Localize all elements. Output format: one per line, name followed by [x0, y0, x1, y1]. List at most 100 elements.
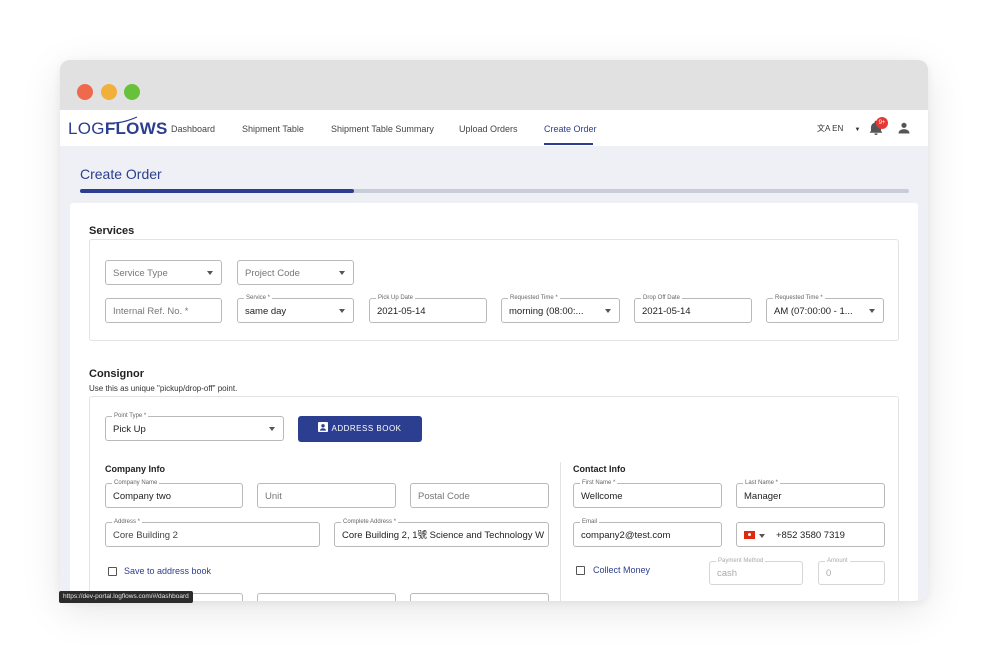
- language-selector[interactable]: 文A EN ▼: [817, 123, 860, 134]
- chevron-down-icon: ▼: [854, 127, 861, 133]
- address-book-label: ADDRESS BOOK: [331, 424, 402, 433]
- consignor-section-title: Consignor: [89, 368, 144, 380]
- services-section-title: Services: [89, 225, 135, 237]
- maximize-window-button[interactable]: [124, 84, 140, 100]
- email-input[interactable]: Email company2@test.com: [573, 518, 722, 547]
- complete-address-value: Core Building 2, 1號 Science and Technolo…: [342, 530, 545, 541]
- pickup-requested-time-select[interactable]: Requested Time * morning (08:00:...: [501, 294, 620, 323]
- last-name-input[interactable]: Last Name * Manager: [736, 479, 885, 508]
- project-code-placeholder: Project Code: [245, 268, 300, 279]
- service-select[interactable]: Service * same day: [237, 294, 354, 323]
- service-label: Service *: [244, 294, 273, 302]
- amount-input: Amount 0: [818, 557, 885, 585]
- language-label: EN: [832, 124, 844, 133]
- address-value: Core Building 2: [113, 530, 178, 541]
- dropoff-requested-time-label: Requested Time *: [773, 294, 825, 302]
- dropoff-date-input[interactable]: Drop Off Date 2021-05-14: [634, 294, 752, 323]
- window-titlebar: [60, 60, 928, 110]
- unit-input[interactable]: Unit: [257, 483, 396, 508]
- consignor-panel: Point Type * Pick Up ADDRESS BOOK Compan…: [89, 396, 899, 601]
- pickup-date-value: 2021-05-14: [377, 306, 426, 317]
- chevron-down-icon: [269, 427, 275, 431]
- pickup-date-label: Pick Up Date: [376, 294, 416, 302]
- pickup-requested-time-value: morning (08:00:...: [509, 306, 584, 317]
- translate-icon: 文A: [817, 124, 830, 133]
- create-order-form: Services Service Type Project Code Inter…: [70, 203, 918, 601]
- email-value: company2@test.com: [581, 530, 671, 541]
- step-progress-bar: [80, 189, 909, 193]
- point-type-value: Pick Up: [113, 424, 146, 435]
- company-extra-field-3[interactable]: [410, 593, 549, 601]
- amount-placeholder: 0: [826, 568, 832, 579]
- nav-upload-orders[interactable]: Upload Orders: [459, 124, 518, 135]
- contact-info-title: Contact Info: [573, 464, 626, 474]
- complete-address-input[interactable]: Complete Address * Core Building 2, 1號 S…: [334, 518, 549, 547]
- browser-window: LOGFLOWS Dashboard Shipment Table Shipme…: [60, 60, 928, 601]
- user-account-icon[interactable]: [898, 122, 910, 134]
- service-type-select[interactable]: Service Type: [105, 260, 222, 285]
- collect-money-label[interactable]: Collect Money: [593, 565, 650, 576]
- first-name-value: Wellcome: [581, 491, 623, 502]
- chevron-down-icon: [339, 271, 345, 275]
- dropoff-requested-time-value: AM (07:00:00 - 1...: [774, 306, 853, 317]
- pickup-requested-time-label: Requested Time *: [508, 294, 560, 302]
- company-info-title: Company Info: [105, 464, 165, 474]
- services-panel: Service Type Project Code Internal Ref. …: [89, 239, 899, 341]
- internal-ref-input[interactable]: Internal Ref. No. *: [105, 298, 222, 323]
- nav-dashboard[interactable]: Dashboard: [171, 124, 215, 135]
- consignor-subtitle: Use this as unique "pickup/drop-off" poi…: [89, 384, 238, 393]
- minimize-window-button[interactable]: [101, 84, 117, 100]
- logo-swoosh-icon: [112, 116, 138, 124]
- logo-text-light: LOG: [68, 119, 105, 138]
- nav-shipment-table[interactable]: Shipment Table: [242, 124, 304, 135]
- step-progress-fill: [80, 189, 354, 193]
- address-book-button[interactable]: ADDRESS BOOK: [298, 416, 422, 442]
- pickup-date-input[interactable]: Pick Up Date 2021-05-14: [369, 294, 487, 323]
- phone-value: +852 3580 7319: [776, 530, 845, 541]
- notification-badge: 9+: [876, 117, 888, 129]
- phone-input[interactable]: +852 3580 7319: [736, 522, 885, 547]
- chevron-down-icon: [869, 309, 875, 313]
- last-name-label: Last Name *: [743, 479, 781, 487]
- save-to-address-book-checkbox[interactable]: [108, 567, 117, 576]
- postal-code-input[interactable]: Postal Code: [410, 483, 549, 508]
- status-bar-url: https://dev-portal.logflows.com/#/dashbo…: [59, 591, 193, 603]
- last-name-value: Manager: [744, 491, 782, 502]
- page-title: Create Order: [80, 166, 162, 182]
- nav-create-order[interactable]: Create Order: [544, 124, 597, 135]
- collect-money-checkbox[interactable]: [576, 566, 585, 575]
- payment-method-select: Payment Method cash: [709, 557, 803, 585]
- payment-method-label: Payment Method: [716, 557, 766, 565]
- point-type-label: Point Type *: [112, 412, 149, 420]
- hong-kong-flag-icon[interactable]: [744, 531, 755, 539]
- dropoff-date-label: Drop Off Date: [641, 294, 682, 302]
- first-name-label: First Name *: [580, 479, 618, 487]
- dropoff-requested-time-select[interactable]: Requested Time * AM (07:00:00 - 1...: [766, 294, 884, 323]
- chevron-down-icon: [207, 271, 213, 275]
- save-to-address-book-label[interactable]: Save to address book: [124, 566, 211, 577]
- top-navbar: LOGFLOWS Dashboard Shipment Table Shipme…: [60, 110, 928, 146]
- service-value: same day: [245, 306, 287, 317]
- company-name-value: Company two: [113, 491, 172, 502]
- service-type-placeholder: Service Type: [113, 268, 168, 279]
- internal-ref-placeholder: Internal Ref. No. *: [113, 306, 189, 317]
- chevron-down-icon: [605, 309, 611, 313]
- complete-address-label: Complete Address *: [341, 518, 399, 526]
- amount-label: Amount: [825, 557, 850, 565]
- project-code-select[interactable]: Project Code: [237, 260, 354, 285]
- payment-method-placeholder: cash: [717, 568, 738, 579]
- company-extra-field-2[interactable]: [257, 593, 396, 601]
- chevron-down-icon[interactable]: [759, 534, 765, 538]
- dropoff-date-value: 2021-05-14: [642, 306, 691, 317]
- contact-card-icon: [318, 422, 329, 432]
- first-name-input[interactable]: First Name * Wellcome: [573, 479, 722, 508]
- column-divider: [560, 462, 561, 601]
- company-name-input[interactable]: Company Name Company two: [105, 479, 243, 508]
- close-window-button[interactable]: [77, 84, 93, 100]
- chevron-down-icon: [339, 309, 345, 313]
- point-type-select[interactable]: Point Type * Pick Up: [105, 412, 284, 441]
- postal-code-placeholder: Postal Code: [418, 491, 470, 502]
- address-input[interactable]: Address * Core Building 2: [105, 518, 320, 547]
- nav-shipment-table-summary[interactable]: Shipment Table Summary: [331, 124, 434, 135]
- company-name-label: Company Name: [112, 479, 160, 487]
